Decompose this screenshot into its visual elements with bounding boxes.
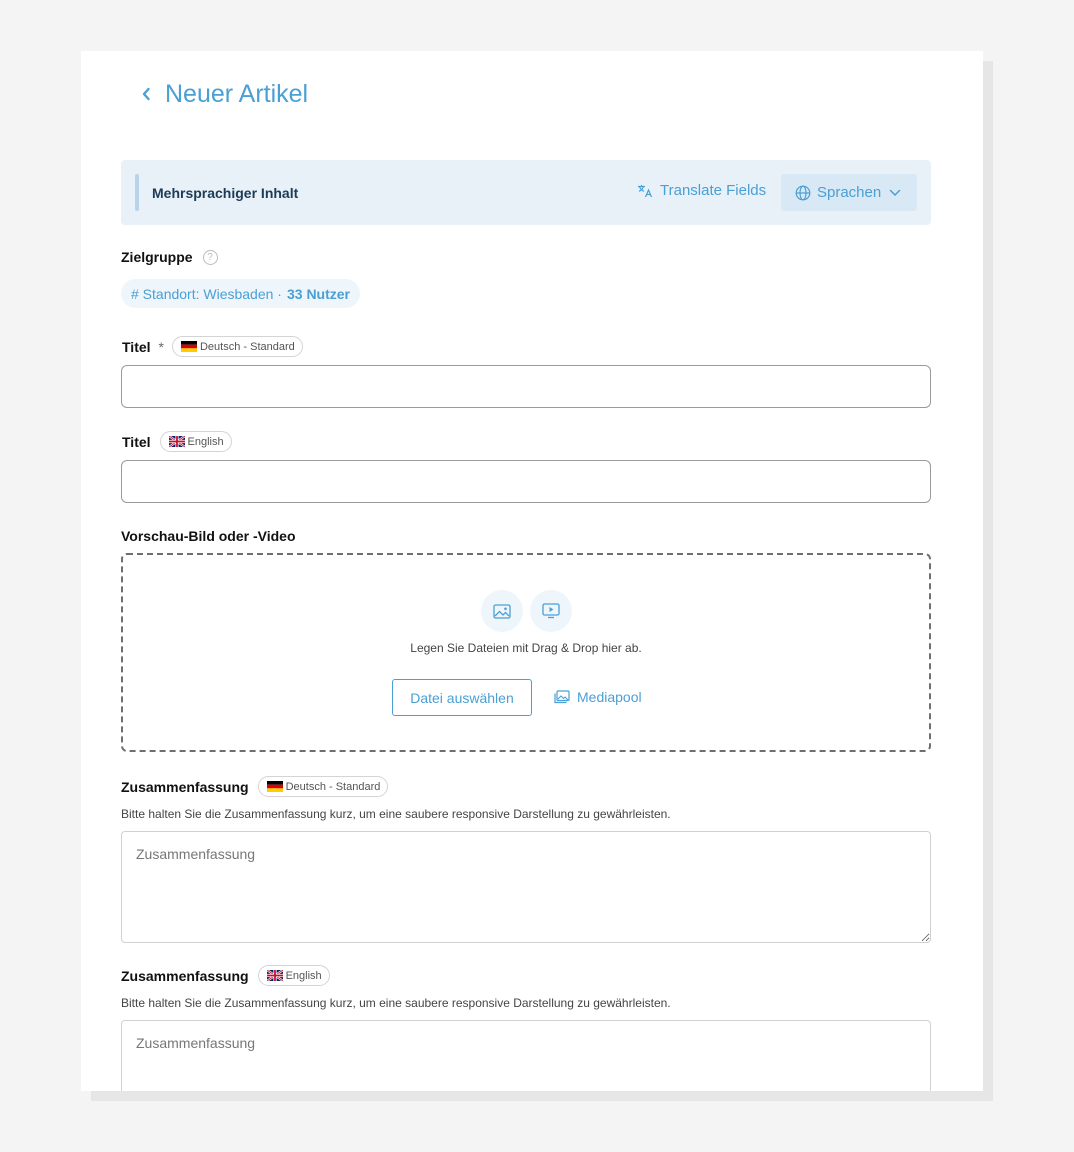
- chevron-left-icon: [142, 87, 150, 101]
- audience-chip[interactable]: # Standort: Wiesbaden · 33 Nutzer: [121, 279, 361, 308]
- banner-accent-bar: [135, 174, 139, 211]
- language-badge-label: English: [187, 435, 224, 448]
- title-en-label-row: Titel English: [121, 431, 232, 452]
- uk-flag-icon: [168, 436, 185, 447]
- language-badge-de: Deutsch - Standard: [171, 336, 303, 357]
- mediapool-label: Mediapool: [577, 689, 642, 705]
- banner-label: Mehrsprachiger Inhalt: [152, 185, 299, 201]
- video-icon-wrap: [530, 590, 572, 632]
- summary-en-label-row: Zusammenfassung English: [121, 965, 330, 986]
- languages-label: Sprachen: [817, 184, 882, 201]
- summary-de-label: Zusammenfassung: [121, 778, 249, 795]
- german-flag-icon: [180, 341, 197, 352]
- german-flag-icon: [266, 781, 283, 792]
- languages-dropdown[interactable]: Sprachen: [781, 174, 917, 211]
- title-en-input[interactable]: [121, 460, 931, 503]
- globe-icon: [795, 185, 811, 200]
- audience-location: # Standort: Wiesbaden ·: [131, 285, 282, 302]
- summary-en-textarea[interactable]: [121, 1020, 931, 1091]
- required-marker: *: [158, 338, 164, 355]
- choose-file-button[interactable]: Datei auswählen: [392, 679, 532, 716]
- summary-de-label-row: Zusammenfassung Deutsch - Standard: [121, 776, 389, 797]
- summary-de-hint: Bitte halten Sie die Zusammenfassung kur…: [121, 807, 671, 821]
- title-de-input[interactable]: [121, 365, 931, 408]
- video-icon: [542, 603, 560, 619]
- summary-de-textarea[interactable]: [121, 831, 931, 943]
- dropzone-text: Legen Sie Dateien mit Drag & Drop hier a…: [410, 641, 642, 655]
- title-de-label-row: Titel * Deutsch - Standard: [121, 336, 303, 357]
- language-badge-label: English: [285, 969, 322, 982]
- translate-fields-button[interactable]: Translate Fields: [637, 182, 766, 199]
- chevron-down-icon: [889, 189, 901, 196]
- title-de-label: Titel: [122, 338, 151, 355]
- audience-label: Zielgruppe: [121, 249, 193, 265]
- preview-label-row: Vorschau-Bild oder -Video: [121, 528, 296, 544]
- back-button[interactable]: [135, 79, 157, 109]
- translate-icon: [638, 184, 653, 197]
- article-editor-card: Neuer Artikel Mehrsprachiger Inhalt Tran…: [81, 51, 983, 1091]
- language-badge-label: Deutsch - Standard: [285, 780, 381, 793]
- media-dropzone[interactable]: Legen Sie Dateien mit Drag & Drop hier a…: [121, 553, 931, 752]
- page-header: Neuer Artikel: [135, 79, 308, 109]
- language-badge-en: English: [159, 431, 232, 452]
- language-badge-en: English: [257, 965, 330, 986]
- summary-en-hint: Bitte halten Sie die Zusammenfassung kur…: [121, 996, 671, 1010]
- summary-en-label: Zusammenfassung: [121, 967, 249, 984]
- image-icon: [493, 603, 511, 619]
- help-icon[interactable]: ?: [202, 249, 218, 265]
- language-badge-de: Deutsch - Standard: [257, 776, 389, 797]
- image-icon-wrap: [481, 590, 523, 632]
- uk-flag-icon: [266, 970, 283, 981]
- gallery-icon: [554, 690, 570, 704]
- translate-fields-label: Translate Fields: [660, 182, 767, 199]
- title-en-label: Titel: [122, 433, 151, 450]
- multilingual-banner: Mehrsprachiger Inhalt Translate Fields S…: [121, 160, 931, 225]
- language-badge-label: Deutsch - Standard: [199, 340, 295, 353]
- dropzone-icons: [481, 590, 579, 632]
- page-title: Neuer Artikel: [165, 79, 309, 108]
- audience-label-row: Zielgruppe ?: [121, 249, 218, 265]
- mediapool-button[interactable]: Mediapool: [554, 689, 642, 705]
- preview-label: Vorschau-Bild oder -Video: [121, 528, 296, 544]
- audience-count: 33 Nutzer: [286, 285, 351, 302]
